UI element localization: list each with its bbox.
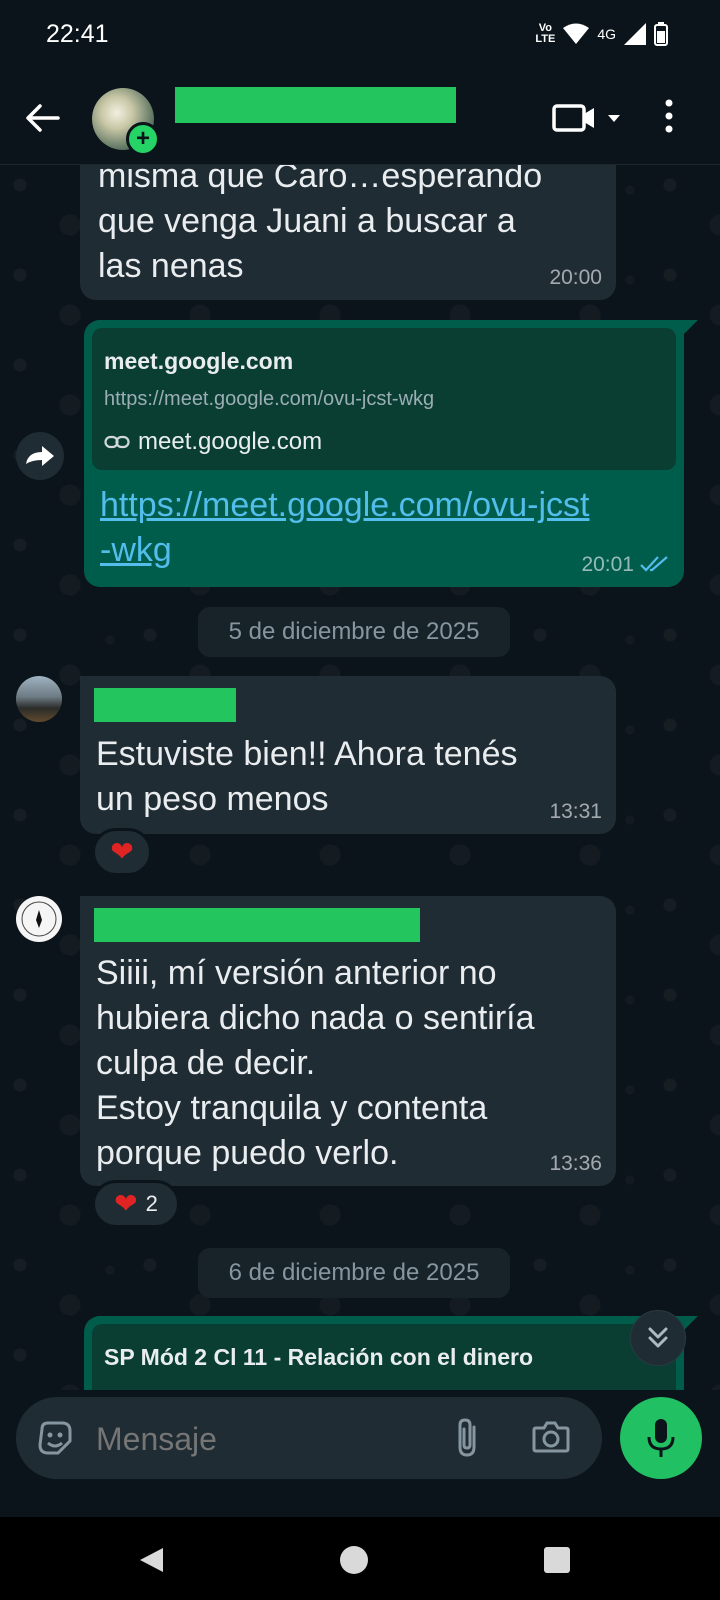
message-text-line: hubiera dicho nada o sentiría: [96, 999, 535, 1037]
message-incoming[interactable]: Estuviste bien!! Ahora tenés un peso men…: [80, 676, 616, 834]
document-title: SP Mód 2 Cl 11 - Relación con el dinero: [104, 1344, 534, 1370]
contact-name-redacted[interactable]: [175, 87, 456, 123]
link-preview-title: meet.google.com: [104, 348, 294, 374]
message-text-line: culpa de decir.: [96, 1044, 316, 1082]
scroll-to-bottom-button[interactable]: [630, 1310, 686, 1366]
link-preview-card[interactable]: meet.google.com https://meet.google.com/…: [92, 328, 676, 470]
reaction-badge[interactable]: ❤: [92, 828, 152, 876]
volte-icon: Vo LTE: [535, 22, 556, 45]
bubble-tail: [684, 320, 698, 334]
forward-icon: [26, 446, 54, 466]
status-time: 22:41: [46, 20, 109, 48]
document-preview-card[interactable]: SP Mód 2 Cl 11 - Relación con el dinero: [92, 1324, 676, 1390]
message-text-line: Siiii, mí versión anterior no: [96, 954, 497, 992]
reaction-badge[interactable]: ❤ 2: [92, 1180, 180, 1228]
nav-home-icon[interactable]: [340, 1546, 368, 1574]
more-options-icon[interactable]: [664, 98, 674, 134]
message-time: 13:31: [549, 800, 602, 823]
message-time: 20:00: [549, 266, 602, 289]
sender-avatar[interactable]: [16, 896, 62, 942]
message-text-line: porque puedo verlo.: [96, 1134, 399, 1172]
message-link-line[interactable]: https://meet.google.com/ovu-jcst: [100, 483, 589, 528]
status-bar: 22:41 Vo LTE 4G: [0, 0, 720, 70]
network-type: 4G: [597, 26, 616, 42]
voice-message-button[interactable]: [620, 1397, 702, 1479]
forward-button[interactable]: [16, 432, 64, 480]
signal-icon: [624, 23, 646, 45]
heart-reaction-icon: ❤: [110, 836, 134, 867]
sender-name-redacted: [94, 688, 236, 722]
video-call-icon[interactable]: [552, 102, 632, 134]
bubble-tail: [684, 1316, 698, 1330]
avatar-logo-icon: [21, 901, 57, 937]
message-text-line: un peso menos: [96, 780, 329, 818]
wifi-icon: [563, 23, 590, 44]
link-icon: [104, 435, 130, 449]
message-text-line: Estoy tranquila y contenta: [96, 1089, 488, 1127]
double-chevron-down-icon: [648, 1327, 668, 1348]
status-icons: Vo LTE 4G: [535, 22, 668, 46]
message-text-line: las nenas: [98, 247, 244, 285]
sender-avatar[interactable]: [16, 676, 62, 722]
read-receipt-icon: [640, 556, 668, 572]
nav-recents-icon[interactable]: [544, 1547, 570, 1573]
message-time: 13:36: [549, 1152, 602, 1175]
message-time: 20:01: [581, 553, 634, 576]
attach-icon[interactable]: [454, 1417, 484, 1459]
link-preview-domain: meet.google.com: [138, 428, 323, 455]
message-incoming[interactable]: Siiii, mí versión anterior no hubiera di…: [80, 896, 616, 1186]
header-divider: [0, 164, 720, 165]
microphone-icon: [647, 1419, 675, 1457]
message-input[interactable]: [94, 1415, 438, 1463]
camera-icon[interactable]: [532, 1419, 570, 1453]
battery-icon: [654, 22, 668, 46]
date-separator: 6 de diciembre de 2025: [198, 1248, 510, 1298]
date-separator: 5 de diciembre de 2025: [198, 607, 510, 657]
message-composer[interactable]: [16, 1397, 602, 1479]
message-outgoing[interactable]: meet.google.com https://meet.google.com/…: [84, 320, 684, 587]
link-preview-url: https://meet.google.com/ovu-jcst-wkg: [104, 388, 435, 410]
add-contact-icon[interactable]: +: [126, 122, 160, 156]
heart-reaction-icon: ❤: [114, 1188, 138, 1219]
back-arrow-icon[interactable]: [22, 98, 62, 138]
message-text-line: que venga Juani a buscar a: [98, 202, 516, 240]
message-text-line: Estuviste bien!! Ahora tenés: [96, 735, 518, 773]
system-navigation-bar: [0, 1517, 720, 1600]
reaction-count: 2: [145, 1191, 158, 1216]
sender-name-redacted: [94, 908, 420, 942]
message-link[interactable]: https://meet.google.com/ovu-jcst -wkg: [100, 483, 589, 573]
sticker-icon[interactable]: [36, 1419, 74, 1457]
nav-back-icon[interactable]: [137, 1546, 165, 1574]
message-link-line[interactable]: -wkg: [100, 528, 589, 573]
message-outgoing[interactable]: SP Mód 2 Cl 11 - Relación con el dinero: [84, 1316, 684, 1390]
